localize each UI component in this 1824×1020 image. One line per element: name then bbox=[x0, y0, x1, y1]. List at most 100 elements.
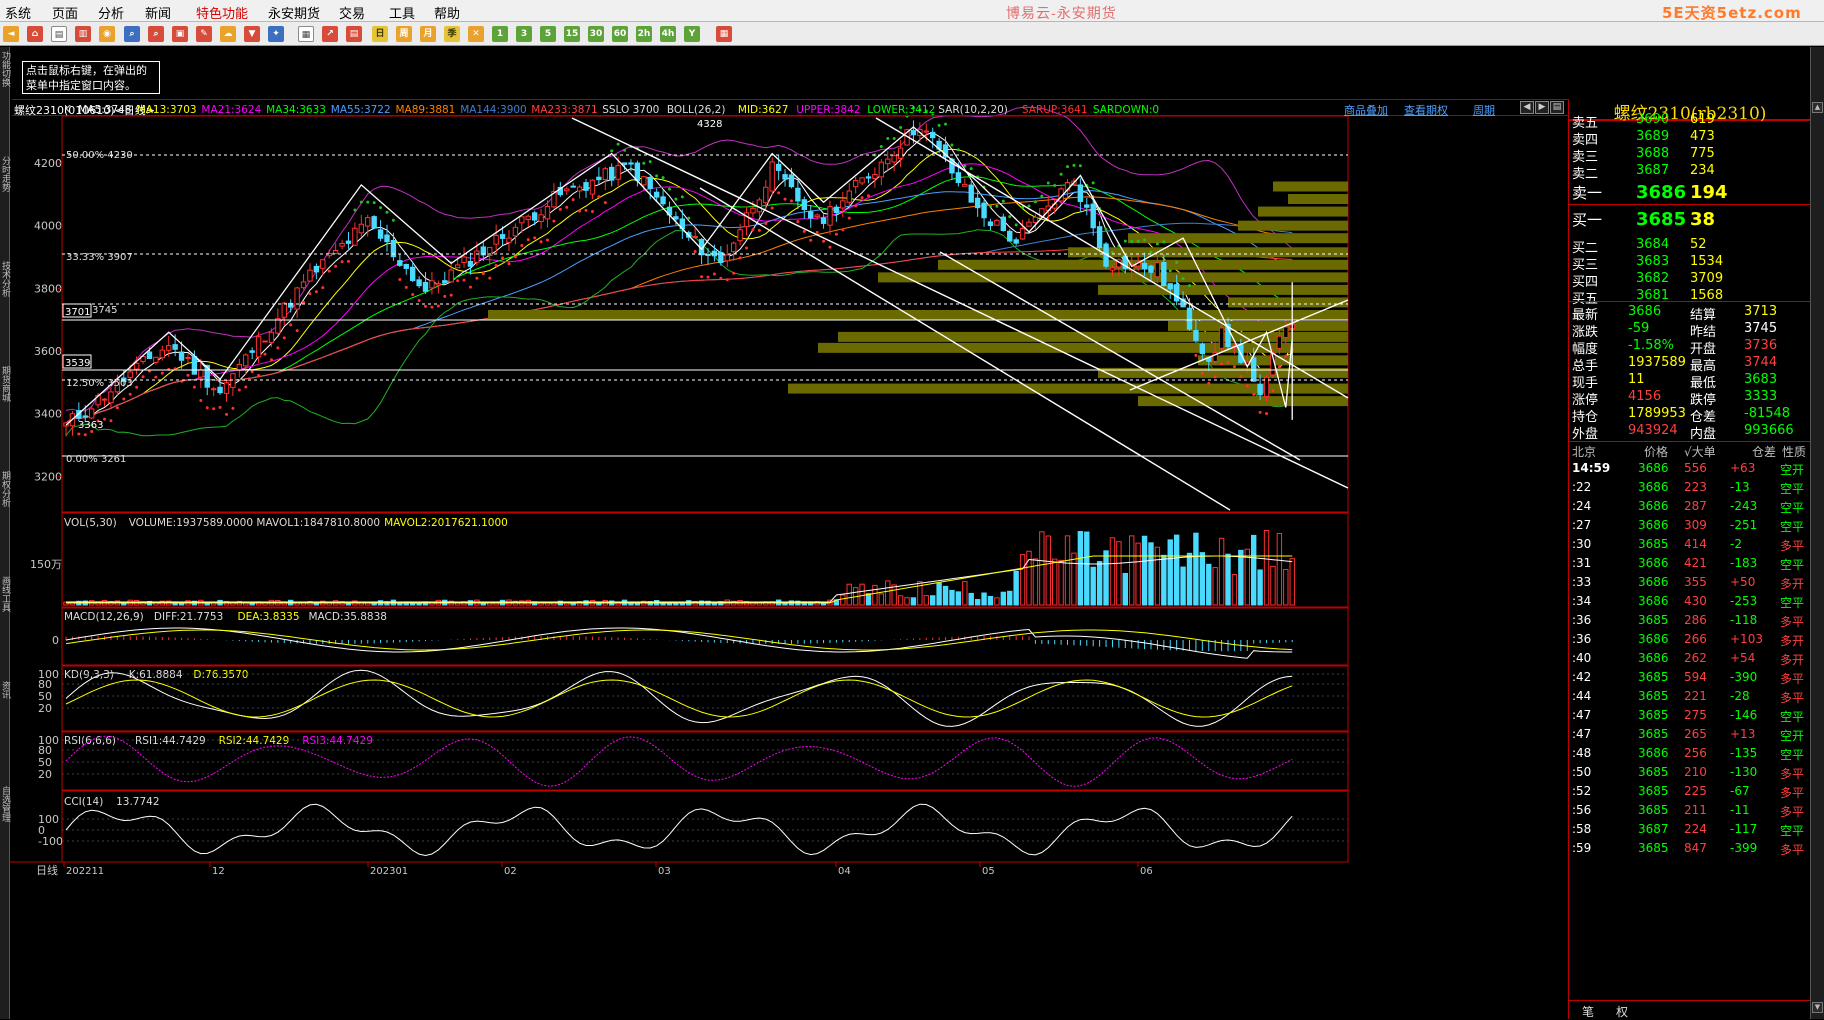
sar-dot bbox=[257, 373, 261, 377]
candle bbox=[1154, 262, 1161, 278]
sar-dot bbox=[340, 260, 344, 264]
sar-dot bbox=[1091, 181, 1095, 185]
candle bbox=[1148, 265, 1154, 273]
tick-nature: 多开 bbox=[1780, 653, 1805, 667]
candle bbox=[852, 180, 859, 188]
tick-row: :24 3686 287 -243 空平 bbox=[1572, 499, 1808, 518]
bid-row-1: 买一 3685 38 bbox=[1572, 209, 1808, 230]
sar-dot bbox=[879, 145, 883, 149]
bid-volume: 3709 bbox=[1690, 271, 1724, 286]
sar-dot bbox=[1226, 361, 1230, 365]
price-tick: 3400 bbox=[34, 408, 62, 421]
candle bbox=[775, 163, 782, 171]
candle bbox=[198, 369, 204, 378]
candle bbox=[840, 200, 846, 209]
sar-dot bbox=[655, 174, 659, 178]
scroll-up-button[interactable]: ▲ bbox=[1812, 102, 1823, 113]
sar-dot bbox=[847, 216, 851, 220]
sar-dot bbox=[674, 197, 678, 201]
sar-dot bbox=[590, 210, 594, 214]
candle bbox=[82, 415, 88, 418]
candle bbox=[1109, 267, 1116, 271]
candle bbox=[281, 302, 287, 318]
commodity-overlay-link[interactable]: 商品叠加 bbox=[1344, 102, 1388, 118]
tick-oi-change: -146 bbox=[1730, 708, 1758, 722]
layout-button[interactable]: ▤ bbox=[1550, 101, 1564, 114]
macd-axis-label: 0 bbox=[52, 634, 59, 647]
sar-dot bbox=[244, 385, 248, 389]
period-link[interactable]: 周期 bbox=[1473, 102, 1495, 118]
tick-price: 3685 bbox=[1638, 784, 1669, 798]
sar-dot bbox=[353, 208, 357, 212]
tick-price: 3685 bbox=[1638, 689, 1669, 703]
tick-oi-change: -243 bbox=[1730, 499, 1758, 513]
tick-nature: 多平 bbox=[1780, 539, 1805, 553]
stat-value: 3745 bbox=[1744, 321, 1778, 336]
tick-oi-change: -11 bbox=[1730, 803, 1750, 817]
tick-oi-change: -28 bbox=[1730, 689, 1750, 703]
volume-bar bbox=[910, 597, 917, 606]
date-tick: 03 bbox=[658, 866, 671, 877]
volume-bar bbox=[1090, 566, 1096, 606]
sar-dot bbox=[385, 210, 389, 214]
sar-dot bbox=[1001, 199, 1005, 203]
sar-dot bbox=[160, 371, 164, 375]
volume-bar bbox=[1141, 535, 1148, 606]
tick-nature: 空平 bbox=[1780, 748, 1805, 762]
price-box-text: 3539 bbox=[65, 358, 90, 369]
candle bbox=[512, 226, 519, 237]
candle bbox=[223, 382, 230, 394]
price-box-text: 3701 bbox=[65, 307, 90, 318]
candle bbox=[782, 174, 788, 180]
scroll-down-button[interactable]: ▼ bbox=[1812, 1002, 1823, 1013]
sar-dot bbox=[732, 271, 736, 275]
prev-button[interactable]: ◀ bbox=[1520, 101, 1534, 114]
sar-dot bbox=[295, 329, 299, 333]
tick-nature: 空平 bbox=[1780, 558, 1805, 572]
sar-dot bbox=[610, 149, 614, 153]
candle bbox=[544, 206, 551, 220]
sar-dot bbox=[475, 276, 479, 280]
tick-row: :44 3685 221 -28 多平 bbox=[1572, 689, 1808, 708]
next-button[interactable]: ▶ bbox=[1535, 101, 1549, 114]
candle bbox=[1007, 230, 1013, 242]
volume-axis-label: 150万 bbox=[30, 558, 62, 571]
stat-value: 3744 bbox=[1744, 355, 1778, 370]
candle bbox=[641, 176, 647, 186]
sar-dot bbox=[488, 276, 492, 280]
volume-profile-bar bbox=[1258, 206, 1348, 217]
view-options-link[interactable]: 查看期权 bbox=[1404, 102, 1448, 118]
sar-dot bbox=[250, 370, 254, 374]
volume-bar bbox=[962, 581, 968, 606]
price-tick: 3200 bbox=[34, 470, 62, 483]
sar-dot bbox=[867, 194, 870, 198]
tab-rights[interactable]: 权 bbox=[1616, 1003, 1628, 1020]
sar-dot bbox=[449, 293, 453, 297]
candle bbox=[172, 344, 178, 350]
tick-time: :33 bbox=[1572, 575, 1592, 589]
candle bbox=[320, 259, 326, 269]
tab-ticks[interactable]: 笔 bbox=[1582, 1003, 1594, 1020]
date-tick: 06 bbox=[1140, 866, 1153, 877]
sar-dot bbox=[1258, 410, 1262, 414]
candle bbox=[846, 190, 852, 203]
sar-dot bbox=[597, 195, 601, 199]
tick-nature: 空平 bbox=[1780, 710, 1805, 724]
tick-time: :31 bbox=[1572, 556, 1592, 570]
tick-time: :52 bbox=[1572, 784, 1592, 798]
tick-price: 3685 bbox=[1638, 670, 1669, 684]
tick-header-2: √大单 bbox=[1684, 445, 1716, 459]
sar-dot bbox=[969, 167, 973, 171]
sar-dot bbox=[552, 219, 556, 223]
sar-dot bbox=[494, 263, 498, 267]
sar-dot bbox=[443, 294, 447, 298]
ask-volume: 234 bbox=[1690, 163, 1715, 178]
tick-oi-change: +63 bbox=[1730, 461, 1756, 475]
tick-oi-change: -390 bbox=[1730, 670, 1758, 684]
candle bbox=[634, 162, 641, 182]
candle bbox=[519, 216, 525, 224]
candle bbox=[1090, 203, 1096, 229]
stat-value: 1789953 bbox=[1628, 406, 1686, 421]
candle bbox=[730, 242, 737, 253]
sar-dot bbox=[77, 432, 81, 436]
